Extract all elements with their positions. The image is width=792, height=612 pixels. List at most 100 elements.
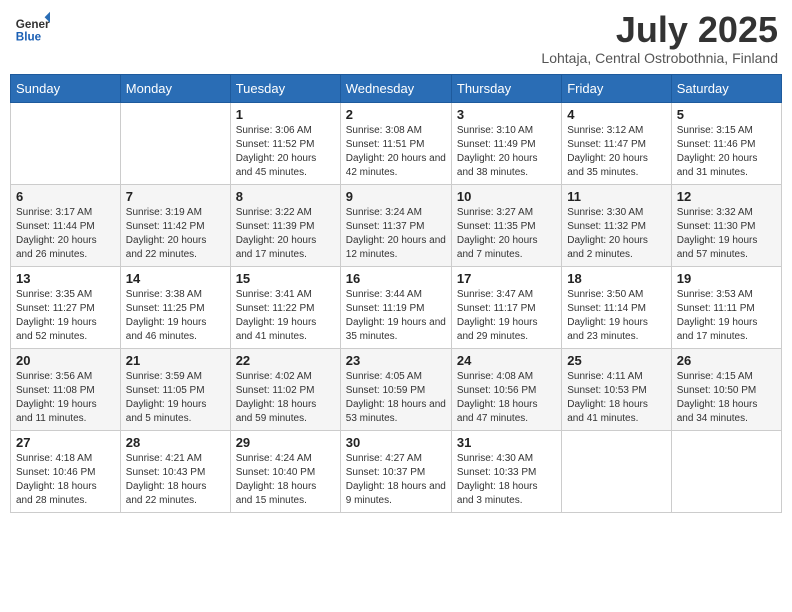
day-number: 24 [457,353,556,368]
day-number: 8 [236,189,335,204]
day-info: Sunrise: 3:53 AM Sunset: 11:11 PM Daylig… [677,288,776,344]
logo-icon: General Blue [14,10,50,46]
calendar-cell: 4Sunrise: 3:12 AM Sunset: 11:47 PM Dayli… [562,102,672,184]
day-header-tuesday: Tuesday [230,74,340,102]
title-block: July 2025 Lohtaja, Central Ostrobothnia,… [541,10,778,66]
day-info: Sunrise: 3:06 AM Sunset: 11:52 PM Daylig… [236,124,335,180]
day-info: Sunrise: 4:18 AM Sunset: 10:46 PM Daylig… [16,452,115,508]
day-info: Sunrise: 3:27 AM Sunset: 11:35 PM Daylig… [457,206,556,262]
day-number: 20 [16,353,115,368]
day-info: Sunrise: 3:47 AM Sunset: 11:17 PM Daylig… [457,288,556,344]
svg-text:General: General [16,18,50,31]
calendar-cell: 28Sunrise: 4:21 AM Sunset: 10:43 PM Dayl… [120,430,230,512]
calendar-table: SundayMondayTuesdayWednesdayThursdayFrid… [10,74,782,513]
calendar-week-row: 27 Sunrise: 4:18 AM Sunset: 10:46 PM Dayl… [11,430,782,512]
day-header-thursday: Thursday [451,74,561,102]
calendar-cell: 14 Sunrise: 3:38 AM Sunset: 11:25 PM Dayl… [120,266,230,348]
calendar-cell [562,430,672,512]
calendar-cell [671,430,781,512]
calendar-cell: 9 Sunrise: 3:24 AM Sunset: 11:37 PM Dayli… [340,184,451,266]
day-info: Sunrise: 4:02 AM Sunset: 11:02 PM Daylig… [236,370,335,426]
calendar-week-row: 6Sunrise: 3:17 AM Sunset: 11:44 PM Dayli… [11,184,782,266]
calendar-cell: 11 Sunrise: 3:30 AM Sunset: 11:32 PM Dayl… [562,184,672,266]
day-number: 2 [346,107,446,122]
day-info: Sunrise: 4:05 AM Sunset: 10:59 PM Daylig… [346,370,446,426]
day-number: 31 [457,435,556,450]
calendar-cell: 17Sunrise: 3:47 AM Sunset: 11:17 PM Dayl… [451,266,561,348]
day-header-monday: Monday [120,74,230,102]
calendar-cell: 16Sunrise: 3:44 AM Sunset: 11:19 PM Dayl… [340,266,451,348]
day-number: 12 [677,189,776,204]
day-number: 27 [16,435,115,450]
day-number: 9 [346,189,446,204]
day-info: Sunrise: 3:41 AM Sunset: 11:22 PM Daylig… [236,288,335,344]
day-number: 14 [126,271,225,286]
calendar-cell: 25Sunrise: 4:11 AM Sunset: 10:53 PM Dayl… [562,348,672,430]
month-title: July 2025 [541,10,778,50]
day-number: 29 [236,435,335,450]
day-header-saturday: Saturday [671,74,781,102]
day-number: 3 [457,107,556,122]
day-info: Sunrise: 3:15 AM Sunset: 11:46 PM Daylig… [677,124,776,180]
day-number: 7 [126,189,225,204]
day-info: Sunrise: 4:08 AM Sunset: 10:56 PM Daylig… [457,370,556,426]
day-number: 11 [567,189,666,204]
calendar-week-row: 20Sunrise: 3:56 AM Sunset: 11:08 PM Dayl… [11,348,782,430]
calendar-cell: 29 Sunrise: 4:24 AM Sunset: 10:40 PM Dayl… [230,430,340,512]
day-info: Sunrise: 3:19 AM Sunset: 11:42 PM Daylig… [126,206,225,262]
day-info: Sunrise: 4:30 AM Sunset: 10:33 PM Daylig… [457,452,556,508]
day-number: 19 [677,271,776,286]
calendar-week-row: 13Sunrise: 3:35 AM Sunset: 11:27 PM Dayl… [11,266,782,348]
calendar-cell: 2 Sunrise: 3:08 AM Sunset: 11:51 PM Dayli… [340,102,451,184]
calendar-cell [11,102,121,184]
day-info: Sunrise: 4:15 AM Sunset: 10:50 PM Daylig… [677,370,776,426]
day-info: Sunrise: 3:22 AM Sunset: 11:39 PM Daylig… [236,206,335,262]
calendar-cell: 30 Sunrise: 4:27 AM Sunset: 10:37 PM Dayl… [340,430,451,512]
calendar-cell: 13Sunrise: 3:35 AM Sunset: 11:27 PM Dayl… [11,266,121,348]
day-info: Sunrise: 3:38 AM Sunset: 11:25 PM Daylig… [126,288,225,344]
calendar-cell: 20Sunrise: 3:56 AM Sunset: 11:08 PM Dayl… [11,348,121,430]
calendar-cell: 31 Sunrise: 4:30 AM Sunset: 10:33 PM Dayl… [451,430,561,512]
calendar-cell: 5 Sunrise: 3:15 AM Sunset: 11:46 PM Dayli… [671,102,781,184]
day-info: Sunrise: 4:24 AM Sunset: 10:40 PM Daylig… [236,452,335,508]
day-number: 18 [567,271,666,286]
calendar-cell: 21Sunrise: 3:59 AM Sunset: 11:05 PM Dayl… [120,348,230,430]
logo: General Blue [14,10,52,46]
calendar-cell: 3Sunrise: 3:10 AM Sunset: 11:49 PM Dayli… [451,102,561,184]
day-info: Sunrise: 3:35 AM Sunset: 11:27 PM Daylig… [16,288,115,344]
day-info: Sunrise: 3:30 AM Sunset: 11:32 PM Daylig… [567,206,666,262]
calendar-cell: 23Sunrise: 4:05 AM Sunset: 10:59 PM Dayl… [340,348,451,430]
calendar-cell: 7 Sunrise: 3:19 AM Sunset: 11:42 PM Dayli… [120,184,230,266]
day-header-friday: Friday [562,74,672,102]
location-subtitle: Lohtaja, Central Ostrobothnia, Finland [541,50,778,66]
calendar-cell: 12 Sunrise: 3:32 AM Sunset: 11:30 PM Dayl… [671,184,781,266]
day-info: Sunrise: 3:50 AM Sunset: 11:14 PM Daylig… [567,288,666,344]
day-number: 5 [677,107,776,122]
page-header: General Blue July 2025 Lohtaja, Central … [10,10,782,66]
day-number: 22 [236,353,335,368]
calendar-cell: 27 Sunrise: 4:18 AM Sunset: 10:46 PM Dayl… [11,430,121,512]
day-info: Sunrise: 3:44 AM Sunset: 11:19 PM Daylig… [346,288,446,344]
day-info: Sunrise: 4:27 AM Sunset: 10:37 PM Daylig… [346,452,446,508]
day-number: 30 [346,435,446,450]
calendar-cell: 24 Sunrise: 4:08 AM Sunset: 10:56 PM Dayl… [451,348,561,430]
calendar-cell: 1 Sunrise: 3:06 AM Sunset: 11:52 PM Dayli… [230,102,340,184]
day-number: 26 [677,353,776,368]
calendar-cell [120,102,230,184]
day-info: Sunrise: 3:24 AM Sunset: 11:37 PM Daylig… [346,206,446,262]
calendar-cell: 18 Sunrise: 3:50 AM Sunset: 11:14 PM Dayl… [562,266,672,348]
day-info: Sunrise: 3:12 AM Sunset: 11:47 PM Daylig… [567,124,666,180]
day-number: 1 [236,107,335,122]
calendar-cell: 19 Sunrise: 3:53 AM Sunset: 11:11 PM Dayl… [671,266,781,348]
day-info: Sunrise: 4:11 AM Sunset: 10:53 PM Daylig… [567,370,666,426]
day-info: Sunrise: 3:17 AM Sunset: 11:44 PM Daylig… [16,206,115,262]
day-number: 10 [457,189,556,204]
calendar-week-row: 1 Sunrise: 3:06 AM Sunset: 11:52 PM Dayli… [11,102,782,184]
svg-text:Blue: Blue [16,31,42,44]
day-info: Sunrise: 3:08 AM Sunset: 11:51 PM Daylig… [346,124,446,180]
calendar-cell: 8 Sunrise: 3:22 AM Sunset: 11:39 PM Dayli… [230,184,340,266]
calendar-cell: 26 Sunrise: 4:15 AM Sunset: 10:50 PM Dayl… [671,348,781,430]
calendar-body: 1 Sunrise: 3:06 AM Sunset: 11:52 PM Dayli… [11,102,782,512]
day-info: Sunrise: 3:32 AM Sunset: 11:30 PM Daylig… [677,206,776,262]
day-header-wednesday: Wednesday [340,74,451,102]
